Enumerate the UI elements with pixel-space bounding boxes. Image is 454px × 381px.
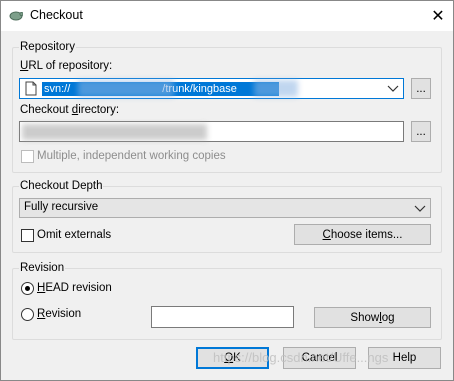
omit-externals-checkbox[interactable] bbox=[21, 229, 34, 242]
directory-browse-button[interactable]: ... bbox=[411, 121, 431, 142]
chevron-down-icon[interactable] bbox=[387, 83, 399, 93]
close-icon: ✕ bbox=[431, 8, 445, 25]
revision-radio[interactable] bbox=[21, 308, 34, 321]
revision-label[interactable]: Revision bbox=[37, 308, 81, 320]
radio-selected-dot bbox=[25, 286, 30, 291]
checkout-depth-group-label: Checkout Depth bbox=[19, 180, 104, 192]
redacted-host bbox=[78, 80, 174, 97]
url-combobox[interactable]: svn:///trunk/kingbase bbox=[19, 78, 404, 99]
head-revision-radio[interactable] bbox=[21, 282, 34, 295]
choose-items-button[interactable]: Choose items... bbox=[294, 224, 431, 245]
redacted-directory bbox=[22, 124, 207, 140]
close-button[interactable]: ✕ bbox=[423, 1, 453, 31]
file-icon bbox=[25, 81, 37, 96]
revision-group-label: Revision bbox=[19, 262, 66, 274]
checkout-dialog: Checkout ✕ Repository URL of repository:… bbox=[0, 0, 454, 381]
multiple-working-copies-checkbox[interactable] bbox=[21, 150, 34, 163]
cancel-button[interactable]: Cancel bbox=[283, 347, 356, 369]
chevron-down-icon bbox=[414, 205, 426, 212]
help-button[interactable]: Help bbox=[368, 347, 441, 369]
url-browse-button[interactable]: ... bbox=[411, 78, 431, 99]
checkout-directory-input[interactable] bbox=[19, 121, 404, 142]
depth-selected-value: Fully recursive bbox=[24, 201, 99, 213]
dialog-title: Checkout bbox=[30, 8, 83, 22]
revision-input[interactable] bbox=[151, 306, 294, 328]
repository-group-label: Repository bbox=[19, 41, 76, 53]
head-revision-label[interactable]: HEAD revision bbox=[37, 282, 112, 294]
multiple-working-copies-label: Multiple, independent working copies bbox=[37, 150, 226, 162]
ok-button[interactable]: OK bbox=[196, 347, 269, 369]
show-log-button[interactable]: Show l og bbox=[314, 307, 431, 328]
redacted-path bbox=[254, 80, 298, 97]
title-bar[interactable]: Checkout ✕ bbox=[1, 1, 453, 31]
url-label: URL of repository: bbox=[20, 60, 113, 72]
revision-group bbox=[12, 268, 442, 340]
depth-select[interactable]: Fully recursive bbox=[19, 198, 431, 218]
omit-externals-label[interactable]: Omit externals bbox=[37, 229, 111, 241]
checkout-directory-label: Checkout directory: bbox=[20, 104, 120, 116]
tortoise-icon bbox=[9, 11, 23, 21]
